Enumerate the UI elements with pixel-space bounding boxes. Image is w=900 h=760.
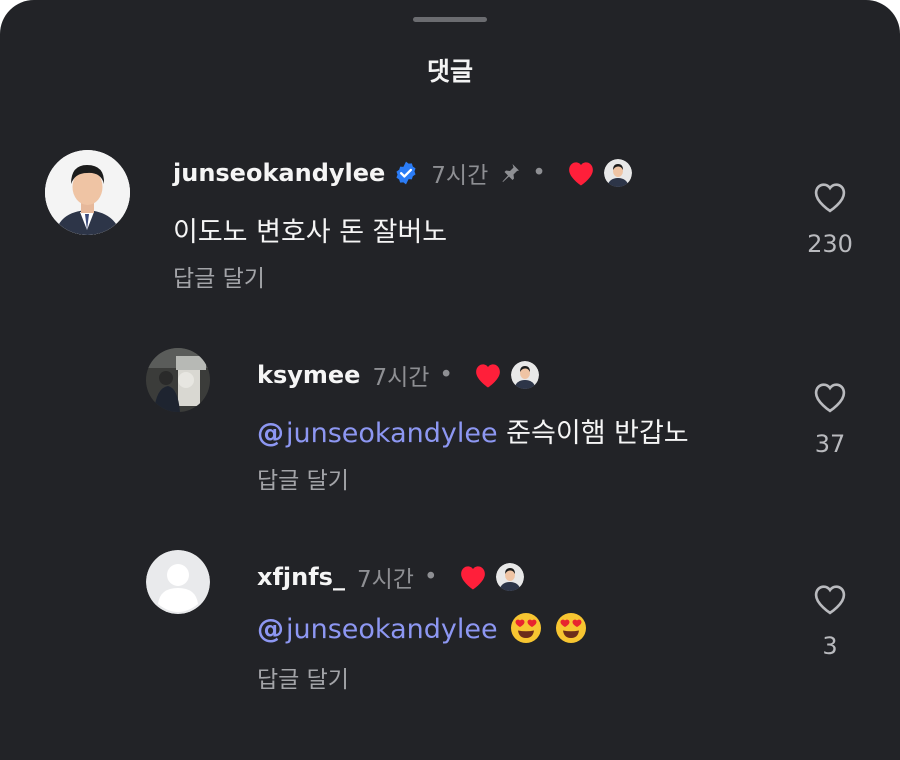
creator-avatar bbox=[603, 159, 632, 187]
username[interactable]: ksymee bbox=[257, 361, 360, 389]
like-button[interactable]: 230 bbox=[790, 180, 870, 258]
comment-body: 준슥이햄 반갑노 bbox=[497, 418, 689, 449]
separator-dot: • bbox=[439, 362, 453, 388]
verified-badge-icon bbox=[396, 161, 416, 185]
like-count: 3 bbox=[822, 632, 838, 660]
separator-dot: • bbox=[423, 564, 438, 590]
separator-dot: • bbox=[532, 160, 546, 186]
heart-eyes-emoji bbox=[511, 613, 542, 643]
like-heart-icon[interactable] bbox=[811, 582, 849, 616]
comment-header: ksymee 7시간 • bbox=[257, 358, 539, 392]
creator-liked-heart-icon bbox=[460, 566, 485, 590]
avatar[interactable] bbox=[146, 348, 210, 412]
like-button[interactable]: 3 bbox=[790, 582, 870, 660]
drag-handle[interactable] bbox=[413, 17, 487, 22]
timestamp: 7시간 bbox=[431, 163, 489, 189]
mention-username: junseokandylee bbox=[286, 614, 498, 645]
like-heart-icon[interactable] bbox=[811, 180, 849, 214]
mention-username: junseokandylee bbox=[286, 418, 498, 449]
like-count: 230 bbox=[807, 230, 853, 258]
comments-sheet: 댓글 junseokandylee 7시간 • 이도노 변호사 돈 잘버노 답글… bbox=[0, 0, 900, 760]
reply-button[interactable]: 답글 달기 bbox=[257, 660, 349, 694]
comment-header: junseokandylee 7시간 • bbox=[173, 156, 632, 190]
like-count: 37 bbox=[814, 430, 846, 458]
timestamp: 7시간 bbox=[356, 567, 414, 593]
comment-text: 이도노 변호사 돈 잘버노 bbox=[173, 217, 448, 248]
username[interactable]: xfjnfs_ bbox=[257, 563, 345, 591]
sheet-title: 댓글 bbox=[426, 57, 473, 86]
pin-icon bbox=[502, 164, 520, 182]
like-button[interactable]: 37 bbox=[790, 380, 870, 458]
reply-button[interactable]: 답글 달기 bbox=[257, 461, 349, 495]
creator-liked-heart-icon bbox=[568, 162, 593, 186]
comment-text: @junseokandylee 준슥이햄 반갑노 bbox=[257, 411, 689, 450]
heart-eyes-emoji bbox=[555, 613, 586, 643]
like-heart-icon[interactable] bbox=[811, 380, 849, 414]
avatar[interactable] bbox=[146, 550, 210, 614]
timestamp: 7시간 bbox=[372, 365, 430, 391]
comment-header: xfjnfs_ 7시간 • bbox=[257, 560, 524, 594]
threads-mention-icon: @ bbox=[257, 418, 284, 449]
avatar[interactable] bbox=[45, 150, 130, 235]
creator-liked-heart-icon bbox=[476, 364, 500, 388]
creator-avatar bbox=[511, 361, 539, 389]
username[interactable]: junseokandylee bbox=[173, 159, 385, 187]
reply-button[interactable]: 답글 달기 bbox=[173, 259, 265, 293]
comment-text: @junseokandylee bbox=[257, 612, 587, 645]
threads-mention-icon: @ bbox=[257, 614, 284, 645]
mention-link[interactable]: @junseokandylee bbox=[257, 418, 498, 449]
creator-avatar bbox=[495, 563, 524, 591]
mention-link[interactable]: @junseokandylee bbox=[257, 614, 498, 645]
